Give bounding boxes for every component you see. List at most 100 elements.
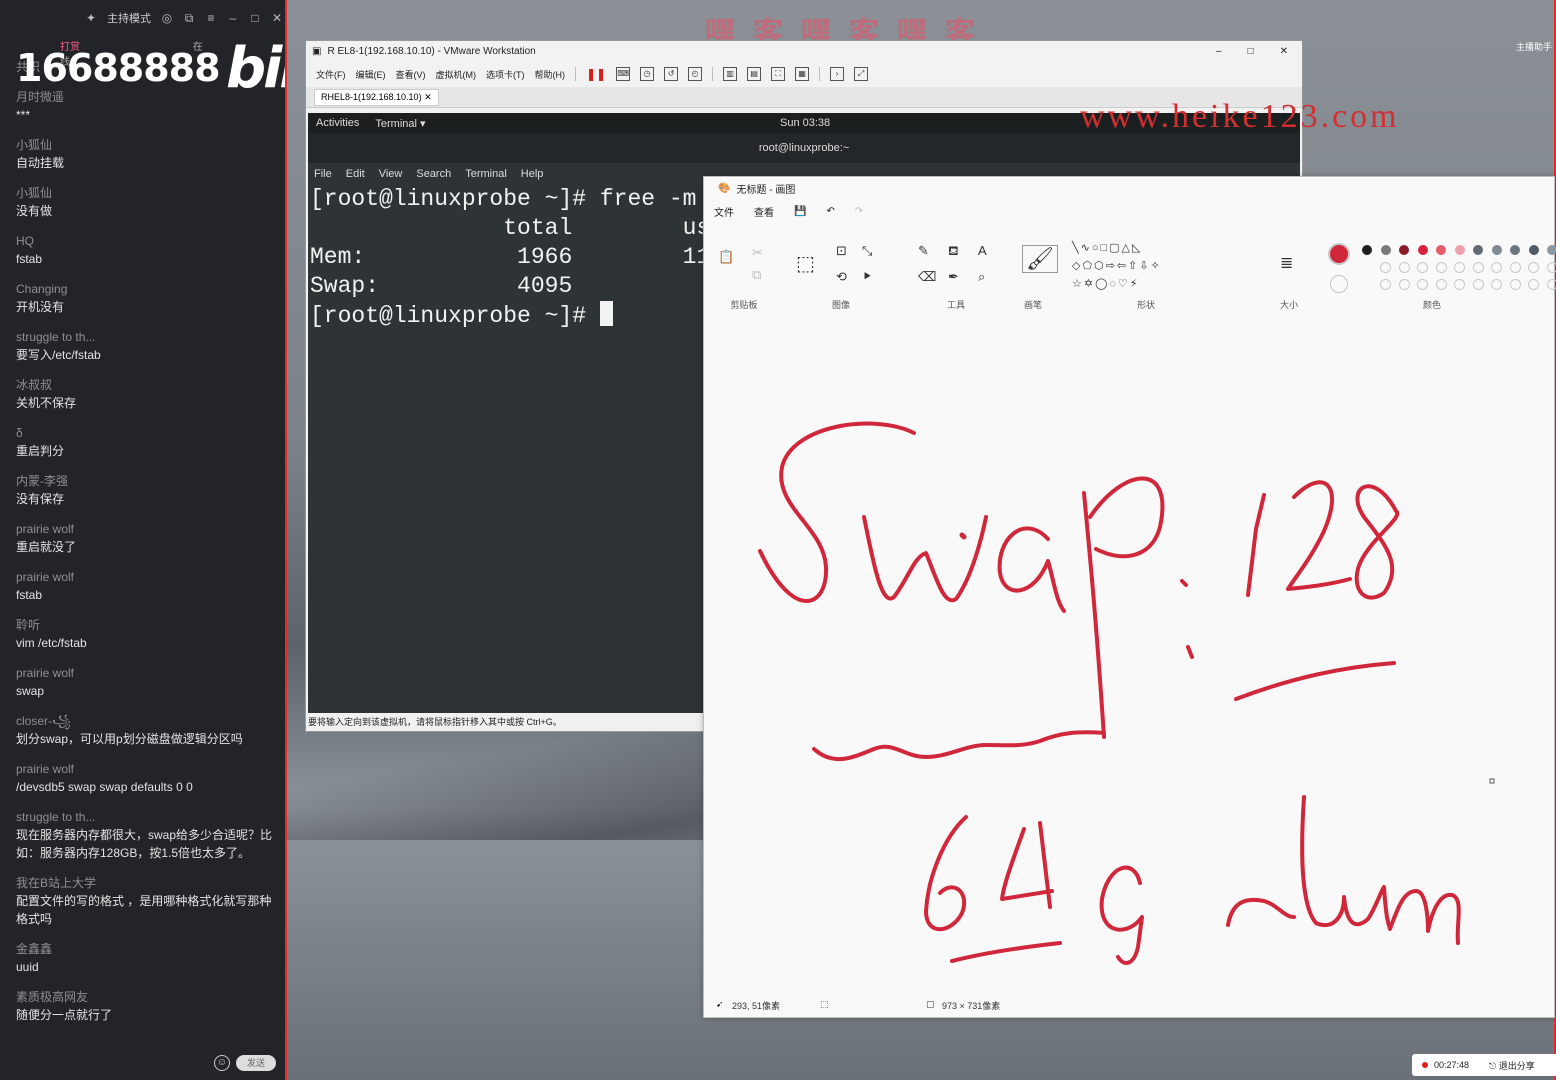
flip-icon[interactable]: ⯈	[862, 269, 872, 285]
undo-icon[interactable]: ↶	[826, 206, 834, 217]
palette-empty-swatch[interactable]	[1528, 262, 1539, 273]
tab-close-icon[interactable]: ✕	[424, 92, 432, 102]
color-picker-icon[interactable]: ✒	[948, 269, 959, 285]
chat-username[interactable]: 小狐仙	[16, 184, 276, 202]
stretch-icon[interactable]: ⤢	[854, 67, 869, 81]
palette-empty-swatch[interactable]	[1528, 279, 1539, 290]
palette-color-swatch[interactable]	[1491, 245, 1502, 255]
popout-icon[interactable]: ⧉	[183, 12, 195, 24]
vmware-minimize-icon[interactable]: –	[1216, 46, 1222, 57]
palette-empty-swatch[interactable]	[1454, 262, 1465, 273]
chat-username[interactable]: Changing	[16, 280, 276, 298]
resize-icon[interactable]: ⤡	[862, 243, 872, 259]
palette-empty-swatch[interactable]	[1398, 279, 1410, 290]
paste-icon[interactable]: 📋	[718, 249, 734, 265]
rotate-icon[interactable]: ⟲	[836, 269, 847, 285]
snapshot-icon[interactable]: ◷	[640, 67, 655, 81]
chat-username[interactable]: 小狐仙	[16, 136, 276, 154]
menu-vm[interactable]: 虚拟机(M)	[436, 68, 477, 81]
secondary-color-swatch[interactable]	[1330, 275, 1348, 293]
unity-icon[interactable]: ▦	[795, 67, 810, 81]
chat-username[interactable]: prairie wolf	[16, 520, 276, 538]
maximize-icon[interactable]: □	[249, 12, 261, 24]
close-icon[interactable]: ✕	[271, 12, 283, 24]
palette-empty-swatch[interactable]	[1417, 279, 1428, 290]
term-menu-file[interactable]: File	[314, 168, 332, 180]
revert-snapshot-icon[interactable]: ↺	[664, 67, 679, 81]
chat-username[interactable]: prairie wolf	[16, 568, 276, 586]
chat-username[interactable]: HQ	[16, 232, 276, 250]
brush-icon[interactable]: 🖌	[1022, 245, 1058, 273]
shapes-row2-icon[interactable]: ◇⬠⬡⇨⇦⇧⇩✧	[1072, 259, 1162, 272]
term-menu-terminal[interactable]: Terminal	[465, 168, 507, 180]
chat-username[interactable]: 冰叔叔	[16, 376, 276, 394]
palette-color-swatch[interactable]	[1436, 245, 1446, 255]
menu-icon[interactable]: ≡	[205, 12, 217, 24]
chat-username[interactable]: closer-꧁	[16, 712, 276, 730]
palette-empty-swatch[interactable]	[1380, 262, 1391, 273]
activities-button[interactable]: Activities	[316, 117, 359, 129]
chat-username[interactable]: 聆听	[16, 616, 276, 634]
palette-color-swatch[interactable]	[1510, 245, 1520, 255]
palette-color-swatch[interactable]	[1399, 245, 1409, 255]
fill-icon[interactable]: ⛾	[948, 243, 959, 261]
palette-empty-swatch[interactable]	[1546, 279, 1556, 290]
tab-vm[interactable]: RHEL8-1(192.168.10.10) ✕	[314, 88, 439, 106]
chat-username[interactable]: struggle to th...	[16, 808, 276, 826]
eraser-icon[interactable]: ⌫	[918, 269, 936, 285]
chat-username[interactable]: struggle to th...	[16, 328, 276, 346]
exit-share-button[interactable]: ⎋ 退出分享	[1489, 1059, 1535, 1072]
chat-username[interactable]: 素质极高网友	[16, 988, 276, 1006]
palette-empty-swatch[interactable]	[1509, 262, 1521, 273]
paint-menu-file[interactable]: 文件	[714, 204, 734, 219]
term-menu-edit[interactable]: Edit	[346, 168, 365, 180]
settings-icon[interactable]: ◎	[161, 12, 173, 24]
emoji-icon[interactable]: ☺	[214, 1055, 230, 1071]
palette-empty-swatch[interactable]	[1380, 279, 1391, 290]
send-button[interactable]: 发送	[236, 1055, 276, 1071]
host-mode-icon[interactable]: ✦	[85, 12, 97, 24]
menu-edit[interactable]: 编辑(E)	[356, 68, 386, 81]
chat-username[interactable]: 金鑫鑫	[16, 940, 276, 958]
select-icon[interactable]: ⬚	[796, 251, 815, 276]
term-menu-help[interactable]: Help	[521, 168, 544, 180]
primary-color-swatch[interactable]	[1328, 243, 1350, 265]
chat-username[interactable]: prairie wolf	[16, 760, 276, 778]
copy-icon[interactable]: ⧉	[752, 267, 761, 283]
menu-file[interactable]: 文件(F)	[316, 68, 346, 81]
palette-empty-swatch[interactable]	[1491, 262, 1502, 273]
palette-empty-swatch[interactable]	[1472, 279, 1484, 290]
term-menu-view[interactable]: View	[379, 168, 403, 180]
gnome-clock[interactable]: Sun 03:38	[780, 117, 830, 129]
chat-username[interactable]: 我在B站上大学	[16, 874, 276, 892]
thumbnail-icon[interactable]: ▤	[747, 67, 762, 81]
palette-empty-swatch[interactable]	[1472, 262, 1484, 273]
palette-empty-swatch[interactable]	[1454, 279, 1465, 290]
snapshot-manager-icon[interactable]: ◴	[688, 67, 703, 81]
crop-icon[interactable]: ⊡	[836, 243, 847, 259]
console-icon[interactable]: ›	[830, 67, 845, 81]
library-icon[interactable]: ▥	[723, 67, 738, 81]
pencil-icon[interactable]: ✎	[918, 243, 929, 259]
palette-empty-swatch[interactable]	[1398, 262, 1410, 273]
minimize-icon[interactable]: –	[227, 12, 239, 24]
chat-username[interactable]: 内蒙-李强	[16, 472, 276, 490]
text-icon[interactable]: A	[978, 243, 987, 258]
palette-color-swatch[interactable]	[1380, 245, 1391, 255]
save-icon[interactable]: 💾	[794, 206, 806, 217]
palette-color-swatch[interactable]	[1417, 245, 1428, 255]
palette-color-swatch[interactable]	[1528, 245, 1539, 255]
palette-empty-swatch[interactable]	[1417, 262, 1428, 273]
chat-username[interactable]: δ	[16, 424, 276, 442]
term-menu-search[interactable]: Search	[416, 168, 451, 180]
palette-empty-swatch[interactable]	[1435, 279, 1447, 290]
vmware-maximize-icon[interactable]: □	[1248, 46, 1254, 57]
menu-help[interactable]: 帮助(H)	[535, 68, 566, 81]
palette-color-swatch[interactable]	[1362, 245, 1372, 255]
redo-icon[interactable]: ↷	[855, 206, 863, 217]
palette-empty-swatch[interactable]	[1546, 262, 1556, 273]
chat-username[interactable]: prairie wolf	[16, 664, 276, 682]
palette-color-swatch[interactable]	[1454, 245, 1465, 255]
pause-icon[interactable]: ❚❚	[586, 67, 606, 81]
size-icon[interactable]: ≣	[1280, 253, 1293, 273]
